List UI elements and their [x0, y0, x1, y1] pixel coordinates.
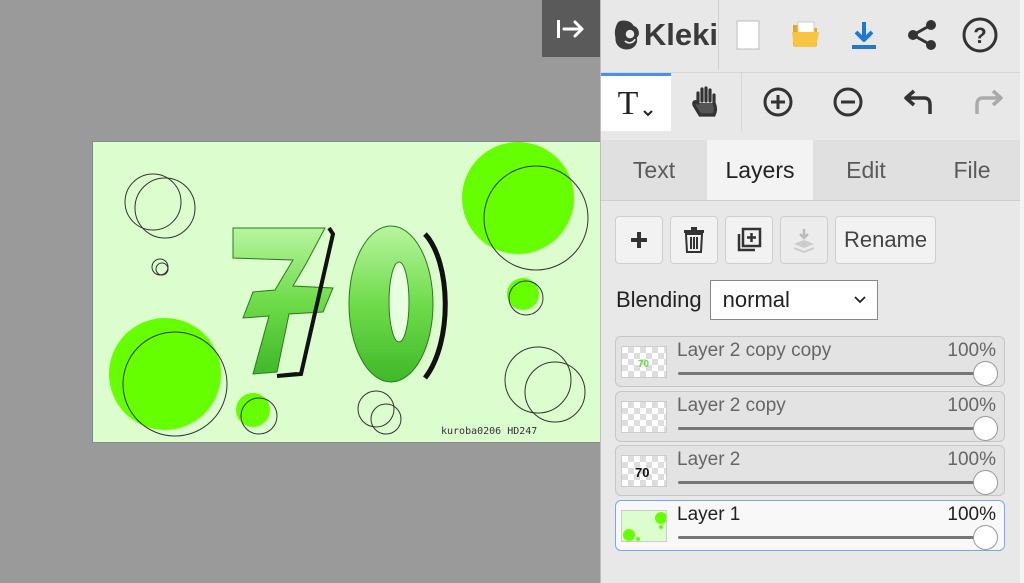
kleki-logo-icon [614, 20, 639, 50]
svg-text:?: ? [973, 23, 986, 48]
tab-edit[interactable]: Edit [813, 140, 919, 200]
layers-panel: Rename Blending normal 70 Layer 2 copy c… [601, 201, 1024, 583]
chevron-down-icon [854, 296, 866, 304]
new-file-icon [736, 20, 760, 50]
layer-thumbnail: 70 [621, 455, 667, 487]
help-button[interactable]: ? [951, 0, 1009, 70]
layer-name: Layer 2 copy [677, 395, 786, 416]
blending-row: Blending normal [616, 280, 878, 320]
opacity-slider-track[interactable] [678, 536, 984, 539]
opacity-slider-handle[interactable] [973, 416, 998, 441]
download-button[interactable] [835, 0, 893, 70]
undo-icon [904, 89, 932, 114]
chevron-down-icon [643, 109, 654, 116]
layer-thumbnail [621, 401, 667, 433]
rename-layer-button[interactable]: Rename [835, 216, 937, 264]
share-icon [908, 20, 936, 50]
hand-icon [692, 86, 718, 117]
delete-layer-button[interactable] [670, 216, 718, 264]
svg-text:70: 70 [635, 465, 649, 480]
layer-name: Layer 2 copy copy [677, 340, 832, 361]
folder-icon [792, 21, 819, 47]
canvas-area[interactable]: kuroba0206 HD247 [0, 0, 601, 583]
opacity-slider-track[interactable] [678, 427, 984, 430]
share-button[interactable] [893, 0, 951, 70]
opacity-slider-handle[interactable] [973, 525, 998, 550]
open-button[interactable] [777, 0, 835, 70]
hand-tool-button[interactable] [671, 73, 742, 131]
svg-text:70: 70 [638, 359, 650, 370]
redo-button[interactable] [954, 73, 1024, 131]
help-icon: ? [962, 17, 998, 53]
layer-item[interactable]: Layer 2 copy 100% [615, 391, 1005, 442]
text-tool-icon: T [617, 84, 639, 122]
layer-thumbnail [621, 510, 667, 542]
duplicate-icon [737, 227, 762, 252]
duplicate-layer-button[interactable] [725, 216, 773, 264]
merge-down-icon [793, 229, 815, 253]
undo-button[interactable] [882, 73, 954, 131]
layer-actions: Rename [615, 216, 937, 264]
window-edge [1020, 0, 1024, 583]
layer-name: Layer 2 [677, 449, 741, 470]
collapse-arrow-icon [557, 19, 584, 38]
download-icon [852, 22, 876, 49]
zoom-out-button[interactable] [814, 73, 882, 131]
drawing-canvas[interactable]: kuroba0206 HD247 [92, 141, 601, 443]
layer-thumbnail: 70 [621, 346, 667, 378]
collapse-sidebar-button[interactable] [542, 0, 600, 57]
opacity-slider-handle[interactable] [973, 361, 998, 386]
trash-icon [684, 227, 704, 253]
blending-value: normal [722, 287, 790, 312]
opacity-slider-track[interactable] [678, 372, 984, 375]
tool-row: T [601, 72, 1024, 131]
layer-item[interactable]: 70 Layer 2 copy copy 100% [615, 336, 1005, 387]
panel-tabs: Text Layers Edit File [601, 140, 1024, 201]
artwork-image: kuroba0206 HD247 [109, 142, 589, 437]
layer-opacity: 100% [947, 395, 996, 416]
blending-label: Blending [616, 287, 702, 312]
zoom-in-icon [763, 87, 793, 117]
layer-name: Layer 1 [677, 504, 741, 525]
merge-down-button[interactable] [780, 216, 828, 264]
layer-opacity: 100% [947, 340, 996, 361]
artwork-signature: kuroba0206 HD247 [441, 426, 537, 437]
tab-layers[interactable]: Layers [707, 140, 813, 200]
new-image-button[interactable] [719, 0, 777, 70]
app-name: Kleki [643, 17, 718, 52]
zoom-out-icon [833, 87, 863, 117]
layer-opacity: 100% [947, 504, 996, 525]
add-layer-button[interactable] [615, 216, 663, 264]
opacity-slider-handle[interactable] [973, 470, 998, 495]
layer-item[interactable]: 70 Layer 2 100% [615, 445, 1005, 496]
layer-item[interactable]: Layer 1 100% [615, 500, 1005, 551]
opacity-slider-track[interactable] [678, 481, 984, 484]
tab-file[interactable]: File [919, 140, 1024, 200]
redo-icon [975, 89, 1003, 114]
blending-select[interactable]: normal [709, 280, 878, 320]
text-tool-button[interactable]: T [601, 73, 671, 131]
plus-icon [631, 232, 647, 248]
tab-text[interactable]: Text [601, 140, 707, 200]
app-logo[interactable]: Kleki [601, 0, 719, 70]
zoom-in-button[interactable] [742, 73, 814, 131]
top-toolbar: Kleki ? [601, 0, 1024, 70]
sidebar: Kleki ? T Text Layers Edit File Rename B… [600, 0, 1024, 583]
layer-opacity: 100% [947, 449, 996, 470]
